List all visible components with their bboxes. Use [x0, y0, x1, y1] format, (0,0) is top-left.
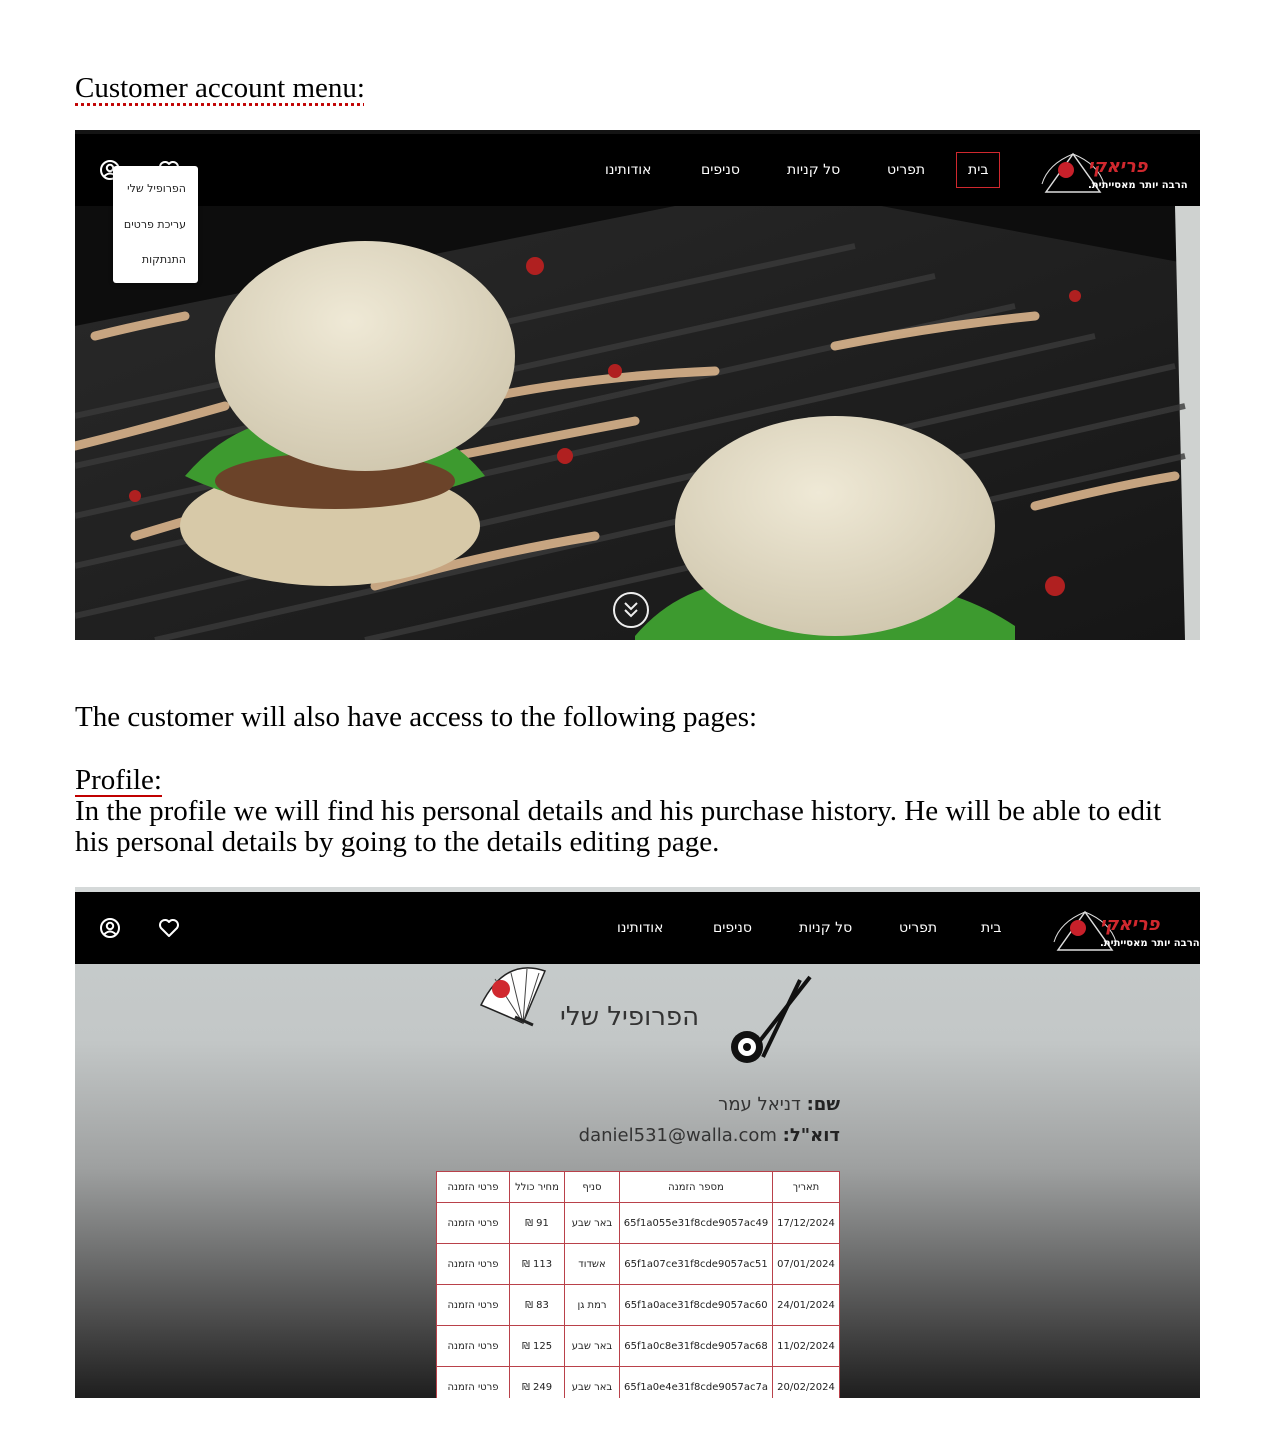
order-details-link[interactable]: פרטי הזמנה [436, 1284, 510, 1326]
order-details-link[interactable]: פרטי הזמנה [436, 1366, 510, 1398]
email-label: דוא"ל: [782, 1125, 840, 1146]
nav-home[interactable]: בית [956, 152, 1001, 188]
logo-tagline: הרבה יותר מאסייתית. [1088, 180, 1188, 191]
table-header-row: תאריך מספר הזמנה סניף מחיר כולל פרטי הזמ… [436, 1171, 840, 1203]
brand-logo[interactable]: פריאקי הרבה יותר מאסייתית. [1038, 144, 1188, 198]
table-row: 17/12/2024 65f1a055e31f8cde9057ac49 באר … [436, 1202, 840, 1244]
navbar: פריאקי הרבה יותר מאסייתית. בית תפריט סל … [75, 892, 1200, 964]
nav-about[interactable]: אודותינו [605, 162, 651, 178]
nav-branches[interactable]: סניפים [713, 920, 752, 936]
order-branch: אשדוד [564, 1243, 620, 1285]
japanese-fan-icon [479, 967, 547, 1027]
hero-image [75, 186, 1200, 640]
order-number: 65f1a055e31f8cde9057ac49 [619, 1202, 773, 1244]
nav-menu[interactable]: תפריט [899, 920, 937, 936]
column-header-date: תאריך [772, 1171, 840, 1203]
column-header-branch: סניף [564, 1171, 620, 1203]
column-header-order-details: פרטי הזמנה [436, 1171, 510, 1203]
account-dropdown: הפרופיל שלי עריכת פרטים התנתקות [113, 166, 198, 283]
order-total: 125 ₪ [509, 1325, 565, 1367]
order-branch: באר שבע [564, 1325, 620, 1367]
order-number: 65f1a0c8e31f8cde9057ac68 [619, 1325, 773, 1367]
user-circle-icon[interactable] [99, 917, 121, 939]
nav-menu[interactable]: תפריט [887, 162, 925, 178]
order-total: 249 ₪ [509, 1366, 565, 1398]
order-total: 91 ₪ [509, 1202, 565, 1244]
dropdown-item-my-profile[interactable]: הפרופיל שלי [127, 182, 186, 195]
chopsticks-sushi-icon [731, 975, 812, 1063]
nav-home[interactable]: בית [981, 920, 1001, 936]
column-header-order-number: מספר הזמנה [619, 1171, 773, 1203]
email-value: daniel531@walla.com [578, 1125, 777, 1146]
logo-wordmark: פריאקי [1100, 914, 1160, 935]
order-date: 24/01/2024 [772, 1284, 840, 1326]
order-branch: באר שבע [564, 1366, 620, 1398]
nav-cart[interactable]: סל קניות [799, 920, 852, 936]
nav-branches[interactable]: סניפים [701, 162, 740, 178]
order-total: 113 ₪ [509, 1243, 565, 1285]
profile-paragraph: In the profile we will find his personal… [75, 795, 1162, 858]
scroll-down-button[interactable] [613, 592, 649, 628]
column-header-total-price: מחיר כולל [509, 1171, 565, 1203]
order-date: 07/01/2024 [772, 1243, 840, 1285]
nav-about[interactable]: אודותינו [617, 920, 663, 936]
table-row: 20/02/2024 65f1a0e4e31f8cde9057ac7a באר … [436, 1366, 840, 1398]
name-value: דניאל עמר [718, 1094, 801, 1115]
double-chevron-down-icon [624, 602, 638, 618]
order-details-link[interactable]: פרטי הזמנה [436, 1325, 510, 1367]
logo-tagline: הרבה יותר מאסייתית. [1100, 938, 1200, 949]
order-branch: רמת גן [564, 1284, 620, 1326]
order-number: 65f1a0e4e31f8cde9057ac7a [619, 1366, 773, 1398]
order-branch: באר שבע [564, 1202, 620, 1244]
heart-icon[interactable] [158, 917, 180, 939]
brand-logo[interactable]: פריאקי הרבה יותר מאסייתית. [1050, 902, 1200, 956]
order-date: 20/02/2024 [772, 1366, 840, 1398]
navbar: פריאקי הרבה יותר מאסייתית. בית תפריט סל … [75, 134, 1200, 206]
dropdown-item-logout[interactable]: התנתקות [142, 253, 186, 266]
nav-cart[interactable]: סל קניות [787, 162, 840, 178]
profile-heading: Profile: [75, 764, 162, 796]
order-details-link[interactable]: פרטי הזמנה [436, 1243, 510, 1285]
profile-name-row: שם: דניאל עמר [718, 1094, 840, 1115]
profile-page-screenshot: פריאקי הרבה יותר מאסייתית. בית תפריט סל … [75, 887, 1200, 1398]
order-number: 65f1a0ace31f8cde9057ac60 [619, 1284, 773, 1326]
purchase-history-table: תאריך מספר הזמנה סניף מחיר כולל פרטי הזמ… [436, 1171, 840, 1398]
access-paragraph: The customer will also have access to th… [75, 701, 758, 733]
order-details-link[interactable]: פרטי הזמנה [436, 1202, 510, 1244]
order-date: 17/12/2024 [772, 1202, 840, 1244]
name-label: שם: [806, 1094, 840, 1115]
profile-email-row: דוא"ל: daniel531@walla.com [579, 1125, 840, 1146]
logo-wordmark: פריאקי [1088, 156, 1148, 177]
order-date: 11/02/2024 [772, 1325, 840, 1367]
order-number: 65f1a07ce31f8cde9057ac51 [619, 1243, 773, 1285]
dropdown-item-edit-details[interactable]: עריכת פרטים [124, 218, 186, 231]
table-row: 07/01/2024 65f1a07ce31f8cde9057ac51 אשדו… [436, 1243, 840, 1285]
table-row: 24/01/2024 65f1a0ace31f8cde9057ac60 רמת … [436, 1284, 840, 1326]
home-page-screenshot: פריאקי הרבה יותר מאסייתית. בית תפריט סל … [75, 130, 1200, 640]
order-total: 83 ₪ [509, 1284, 565, 1326]
table-row: 11/02/2024 65f1a0c8e31f8cde9057ac68 באר … [436, 1325, 840, 1367]
page-title: הפרופיל שלי [560, 1002, 700, 1032]
menu-heading: Customer account menu: [75, 72, 365, 104]
